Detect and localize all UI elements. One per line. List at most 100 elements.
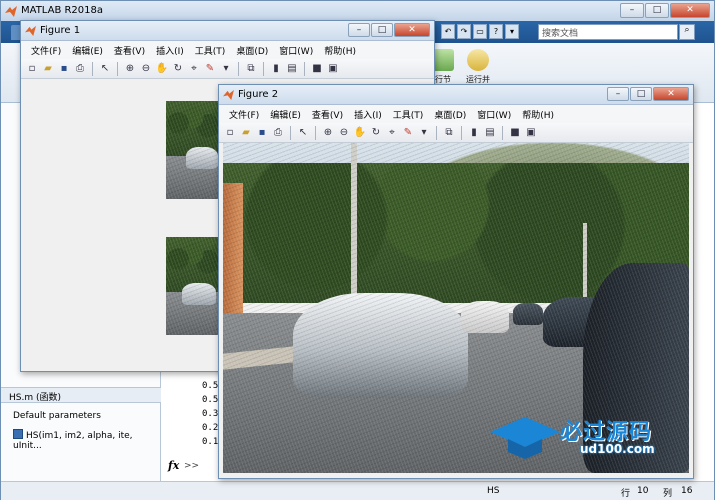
zoom-out-icon[interactable]: ⊖ [139, 62, 153, 76]
figure-2-close-button[interactable]: ✕ [653, 87, 689, 101]
qat-dropdown-icon[interactable]: ▾ [505, 24, 519, 39]
command-output-line: 0.3 [202, 409, 219, 419]
menu-window[interactable]: 窗口(W) [473, 105, 518, 123]
status-col-value: 16 [681, 486, 693, 496]
brush-dropdown-icon[interactable]: ▾ [417, 126, 431, 140]
minimize-button[interactable]: – [620, 3, 644, 18]
menu-help[interactable]: 帮助(H) [320, 41, 363, 59]
graduation-cap-icon [490, 417, 560, 459]
rotate-icon[interactable]: ↻ [171, 62, 185, 76]
status-file: HS [487, 486, 500, 496]
menu-help[interactable]: 帮助(H) [518, 105, 561, 123]
search-documentation-input[interactable]: 搜索文档 [538, 24, 678, 40]
figure-1-minimize-button[interactable]: – [348, 23, 370, 37]
run-advance-icon [467, 49, 489, 71]
details-header: HS.m (函数) [1, 387, 161, 403]
main-window-title: MATLAB R2018a [21, 5, 104, 16]
menu-desktop[interactable]: 桌面(D) [232, 41, 275, 59]
menu-window[interactable]: 窗口(W) [275, 41, 320, 59]
matlab-logo-icon [25, 25, 36, 36]
detail-description: Default parameters [13, 411, 101, 421]
menu-desktop[interactable]: 桌面(D) [430, 105, 473, 123]
command-output-line: 0.5 [202, 381, 219, 391]
zoom-in-icon[interactable]: ⊕ [123, 62, 137, 76]
menu-tools[interactable]: 工具(T) [191, 41, 233, 59]
watermark-logo: 必过源码 ud100.com [490, 412, 690, 472]
figure-2-maximize-button[interactable]: □ [630, 87, 652, 101]
qat-undo-icon[interactable]: ↶ [441, 24, 455, 39]
print-icon[interactable]: ⎙ [271, 126, 285, 140]
matlab-logo-icon [5, 6, 17, 17]
hide-plot-tools-icon[interactable]: ■ [508, 126, 522, 140]
figure-1-titlebar[interactable]: Figure 1 – □ ✕ [21, 21, 434, 41]
pointer-icon[interactable]: ↖ [98, 62, 112, 76]
new-icon[interactable]: ▫ [223, 126, 237, 140]
figure-2-titlebar[interactable]: Figure 2 – □ ✕ [219, 85, 693, 105]
main-titlebar: MATLAB R2018a – □ ✕ [1, 1, 714, 21]
link-icon[interactable]: ⧉ [244, 62, 258, 76]
show-plot-tools-icon[interactable]: ▣ [524, 126, 538, 140]
maximize-button[interactable]: □ [645, 3, 669, 18]
save-icon[interactable]: ▪ [57, 62, 71, 76]
run-section-icon [432, 49, 454, 71]
link-icon[interactable]: ⧉ [442, 126, 456, 140]
figure-1-title: Figure 1 [40, 25, 81, 36]
figure-1-toolbar: ▫ ▰ ▪ ⎙ ↖ ⊕ ⊖ ✋ ↻ ⌖ ✎ ▾ ⧉ ▮ ▤ ■ ▣ [21, 59, 434, 79]
status-row-value: 10 [637, 486, 649, 496]
data-cursor-icon[interactable]: ⌖ [187, 62, 201, 76]
save-icon[interactable]: ▪ [255, 126, 269, 140]
pan-icon[interactable]: ✋ [155, 62, 169, 76]
figure-2-title: Figure 2 [238, 89, 279, 100]
rotate-icon[interactable]: ↻ [369, 126, 383, 140]
close-button[interactable]: ✕ [670, 3, 710, 18]
zoom-out-icon[interactable]: ⊖ [337, 126, 351, 140]
function-icon [13, 429, 23, 439]
legend-icon[interactable]: ▤ [285, 62, 299, 76]
detail-signature[interactable]: HS(im1, im2, alpha, ite, uInit... [13, 429, 160, 451]
menu-edit[interactable]: 编辑(E) [266, 105, 308, 123]
show-plot-tools-icon[interactable]: ▣ [326, 62, 340, 76]
hide-plot-tools-icon[interactable]: ■ [310, 62, 324, 76]
status-col-label: 列 [663, 489, 673, 499]
menu-file[interactable]: 文件(F) [225, 105, 266, 123]
figure-1-menubar: 文件(F) 编辑(E) 查看(V) 插入(I) 工具(T) 桌面(D) 窗口(W… [21, 41, 434, 59]
menu-view[interactable]: 查看(V) [110, 41, 152, 59]
figure-1-close-button[interactable]: ✕ [394, 23, 430, 37]
status-row-label: 行 [621, 489, 631, 499]
figure-2-minimize-button[interactable]: – [607, 87, 629, 101]
legend-icon[interactable]: ▤ [483, 126, 497, 140]
command-output-line: 0.5 [202, 395, 219, 405]
print-icon[interactable]: ⎙ [73, 62, 87, 76]
pan-icon[interactable]: ✋ [353, 126, 367, 140]
run-and-advance-button[interactable]: 运行并 [459, 49, 497, 85]
brush-icon[interactable]: ✎ [401, 126, 415, 140]
colorbar-icon[interactable]: ▮ [467, 126, 481, 140]
command-output-line: 0.2 [202, 423, 219, 433]
data-cursor-icon[interactable]: ⌖ [385, 126, 399, 140]
menu-insert[interactable]: 插入(I) [350, 105, 389, 123]
colorbar-icon[interactable]: ▮ [269, 62, 283, 76]
qat-help-icon[interactable]: ? [489, 24, 503, 39]
brush-dropdown-icon[interactable]: ▾ [219, 62, 233, 76]
menu-edit[interactable]: 编辑(E) [68, 41, 110, 59]
menu-view[interactable]: 查看(V) [308, 105, 350, 123]
search-icon[interactable]: ⌕ [679, 24, 695, 40]
new-icon[interactable]: ▫ [25, 62, 39, 76]
qat-redo-icon[interactable]: ↷ [457, 24, 471, 39]
menu-insert[interactable]: 插入(I) [152, 41, 191, 59]
frame-image-1 [166, 101, 226, 199]
brush-icon[interactable]: ✎ [203, 62, 217, 76]
status-bar: HS 行 10 列 16 [1, 481, 714, 500]
pointer-icon[interactable]: ↖ [296, 126, 310, 140]
function-browser-icon[interactable]: fx [168, 459, 179, 472]
menu-file[interactable]: 文件(F) [27, 41, 68, 59]
figure-2-menubar: 文件(F) 编辑(E) 查看(V) 插入(I) 工具(T) 桌面(D) 窗口(W… [219, 105, 693, 123]
qat-switch-window-icon[interactable]: ▭ [473, 24, 487, 39]
figure-1-maximize-button[interactable]: □ [371, 23, 393, 37]
open-icon[interactable]: ▰ [239, 126, 253, 140]
matlab-logo-icon [223, 89, 234, 100]
frame-image-2 [166, 237, 226, 335]
zoom-in-icon[interactable]: ⊕ [321, 126, 335, 140]
open-icon[interactable]: ▰ [41, 62, 55, 76]
menu-tools[interactable]: 工具(T) [389, 105, 431, 123]
